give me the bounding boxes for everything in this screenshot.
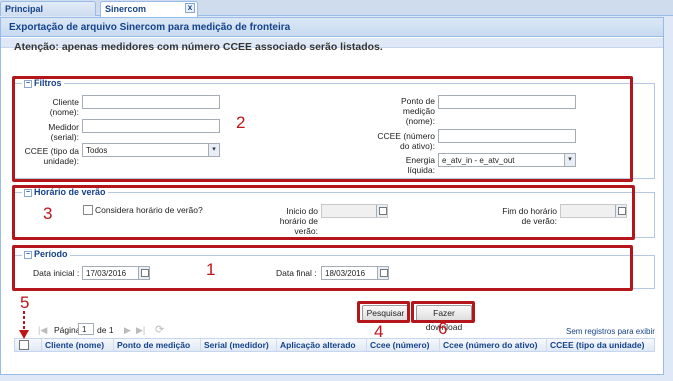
column-header[interactable]: Ccee (número do ativo) [439,339,546,351]
annotation-arrow-icon [19,311,29,339]
tab-sinercom[interactable]: Sinercom x [100,1,198,17]
column-header[interactable]: Serial (medidor) [200,339,276,351]
page-number-input[interactable]: 1 [78,323,94,335]
annotation-number: 2 [236,113,246,132]
annotation-number: 3 [43,204,53,223]
tab-sinercom-label: Sinercom [105,4,147,14]
annotation-number: 6 [438,319,448,338]
annotation-number: 4 [374,322,384,341]
page-label: Página [54,325,81,335]
tab-principal[interactable]: Principal [0,1,96,16]
empty-grid-text: Sem registros para exibir [566,327,655,336]
first-page-icon[interactable]: |◀ [38,325,47,336]
annotation-box-horario [12,185,635,240]
annotation-box-filtros [12,76,633,182]
grid-header: Cliente (nome) Ponto de medição Serial (… [14,338,655,352]
tab-principal-label: Principal [5,4,44,14]
column-header[interactable]: CCEE (tipo da unidade) [546,339,654,351]
refresh-icon[interactable]: ⟳ [155,323,164,336]
column-header[interactable]: Cliente (nome) [41,339,116,351]
next-page-icon[interactable]: ▶ [124,325,131,336]
annotation-box-pesquisar [357,301,410,323]
notice-text: Atenção: apenas medidores com número CCE… [14,41,383,53]
annotation-box-periodo [12,245,633,291]
column-header[interactable]: Aplicação alterado [276,339,366,351]
close-icon[interactable]: x [185,3,195,13]
page-of-label: de 1 [97,325,114,335]
panel-title: Exportação de arquivo Sinercom para medi… [1,18,663,37]
last-page-icon[interactable]: ▶| [136,325,145,336]
annotation-number: 1 [206,260,216,279]
column-header[interactable]: Ponto de medição [113,339,201,351]
